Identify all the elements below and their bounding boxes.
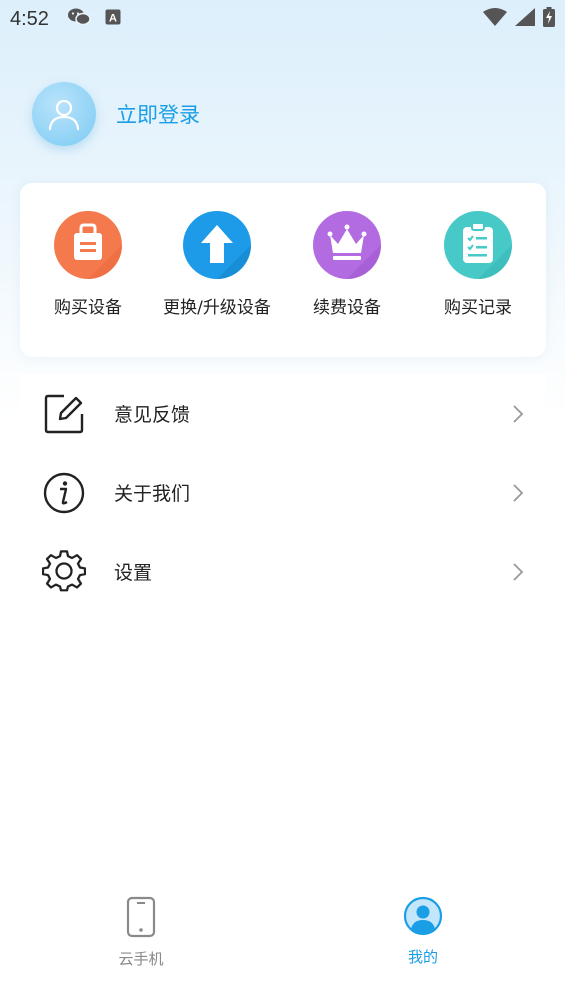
svg-text:A: A <box>109 13 117 25</box>
menu-item-settings[interactable]: 设置 <box>20 532 546 611</box>
cell-signal-icon <box>515 8 535 30</box>
quick-action-buy-device[interactable]: 购买设备 <box>23 211 153 318</box>
login-link[interactable]: 立即登录 <box>116 99 200 129</box>
quick-action-label: 更换/升级设备 <box>163 298 271 318</box>
tab-label: 云手机 <box>118 950 164 968</box>
user-icon <box>48 99 80 131</box>
status-time: 4:52 <box>10 7 49 30</box>
quick-action-upgrade-device[interactable]: 更换/升级设备 <box>152 211 282 318</box>
chevron-right-icon <box>513 483 524 502</box>
font-a-icon: A <box>105 9 121 29</box>
chevron-right-icon <box>513 562 524 581</box>
phone-icon <box>126 896 156 942</box>
menu-item-label: 关于我们 <box>114 483 191 505</box>
quick-action-label: 购买设备 <box>54 298 122 318</box>
bottom-tab-bar: 云手机 我的 <box>0 884 565 1004</box>
menu-item-about[interactable]: 关于我们 <box>20 453 546 532</box>
battery-charging-icon <box>543 7 555 31</box>
quick-action-renew-device[interactable]: 续费设备 <box>282 211 412 318</box>
user-profile-icon <box>403 896 443 940</box>
wechat-icon <box>67 7 91 31</box>
menu-item-label: 设置 <box>114 562 153 584</box>
tab-cloud-phone[interactable]: 云手机 <box>96 896 186 969</box>
tab-mine[interactable]: 我的 <box>378 896 468 967</box>
upgrade-arrow-icon <box>183 211 251 279</box>
menu-item-feedback[interactable]: 意见反馈 <box>20 374 546 453</box>
clipboard-checklist-icon <box>444 211 512 279</box>
quick-action-label: 续费设备 <box>313 298 381 318</box>
gear-icon <box>42 549 86 594</box>
shopping-bag-icon <box>54 211 122 279</box>
quick-action-label: 购买记录 <box>444 298 512 318</box>
info-icon <box>42 471 86 515</box>
crown-icon <box>313 211 381 279</box>
status-bar: 4:52 A <box>0 0 565 38</box>
quick-action-purchase-history[interactable]: 购买记录 <box>413 211 543 318</box>
chevron-right-icon <box>513 404 524 423</box>
settings-menu: 意见反馈 关于我们 设置 <box>20 374 546 611</box>
menu-item-label: 意见反馈 <box>114 404 191 426</box>
avatar[interactable] <box>32 82 96 146</box>
tab-label: 我的 <box>407 948 438 966</box>
wifi-icon <box>483 8 507 30</box>
edit-feedback-icon <box>42 392 86 436</box>
quick-actions-card: 购买设备 更换/升级设备 续费设备 购买记录 <box>20 183 546 357</box>
profile-header[interactable]: 立即登录 <box>32 82 200 146</box>
